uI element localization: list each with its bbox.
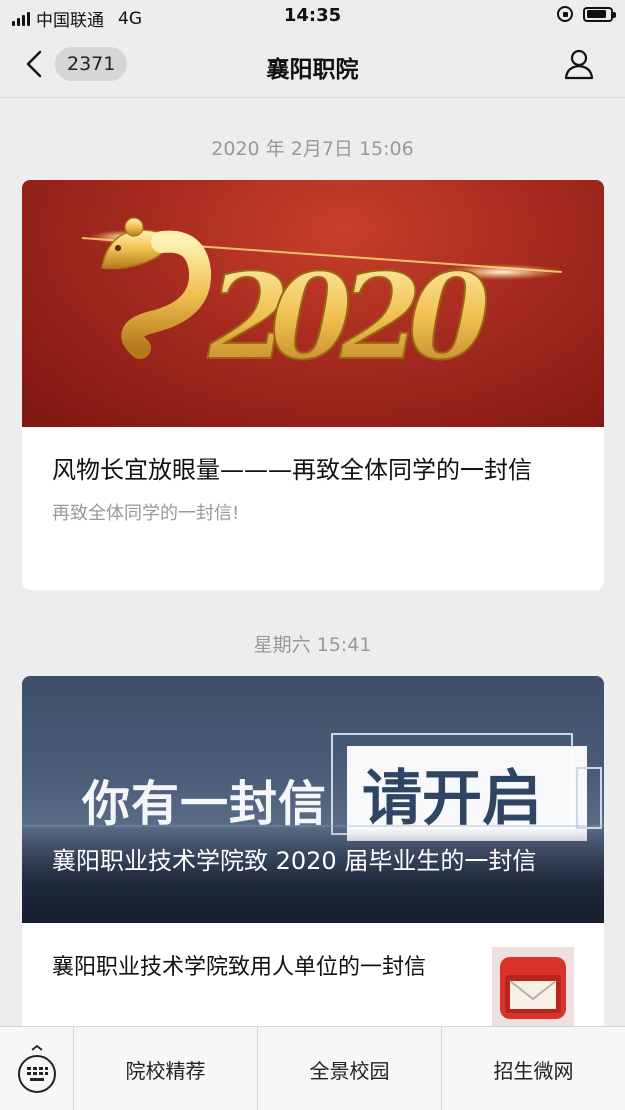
profile-button[interactable] (561, 46, 597, 82)
menu-item-campus-tour[interactable]: 全景校园 (258, 1027, 442, 1110)
sub-article-title[interactable]: 襄阳职业技术学院致用人单位的一封信 (52, 951, 462, 985)
article-card[interactable]: 2 0 2 0 风物长宜放眼量———再致全体同学的一封信 再致全体同学的一封信! (22, 180, 604, 590)
article-title[interactable]: 风物长宜放眼量———再致全体同学的一封信 (22, 427, 604, 487)
article-description: 再致全体同学的一封信! (52, 503, 240, 524)
banner-headline-right: 请开启 (362, 764, 542, 834)
status-bar: 中国联通 4G 14:35 (0, 0, 625, 32)
article-cover-image[interactable]: 你有一封信 请开启 襄阳职业技术学院致 2020 届毕业生的一封信 (22, 676, 604, 923)
menu-item-recommend[interactable]: 院校精荐 (74, 1027, 258, 1110)
svg-text:0: 0 (408, 247, 490, 386)
envelope-icon (492, 947, 574, 1026)
sub-article-thumbnail[interactable] (492, 947, 574, 1026)
person-icon (564, 49, 594, 80)
unread-count-badge[interactable]: 2371 (55, 47, 128, 81)
list-item[interactable]: 襄阳职业技术学院致用人单位的一封信 (22, 923, 604, 1026)
rat-2020-artwork: 2 0 2 0 (81, 217, 563, 387)
article-card-multi[interactable]: 你有一封信 请开启 襄阳职业技术学院致 2020 届毕业生的一封信 襄阳职业技术… (22, 676, 604, 1026)
nav-bar: 2371 襄阳职院 (0, 32, 625, 98)
battery-icon (583, 6, 616, 22)
message-timestamp: 星期六 15:41 (253, 634, 372, 656)
battery-fill (586, 10, 607, 18)
chevron-left-icon (26, 50, 42, 78)
keyboard-toggle-button[interactable] (0, 1027, 74, 1110)
banner-headline-left: 你有一封信 (82, 776, 328, 832)
menu-item-admissions[interactable]: 招生微网 (442, 1027, 625, 1110)
orientation-lock-icon (557, 6, 573, 22)
status-time: 14:35 (283, 5, 342, 26)
bottom-menu: 院校精荐 全景校园 招生微网 (0, 1026, 625, 1110)
keyboard-icon (17, 1044, 56, 1093)
status-right (557, 6, 616, 22)
message-feed[interactable]: 2020 年 2月7日 15:06 2 0 2 0 风物长宜放眼量———再致全体… (0, 98, 625, 1026)
article-title[interactable]: 襄阳职业技术学院致 2020 届毕业生的一封信 (52, 844, 574, 878)
back-button[interactable] (24, 46, 54, 82)
article-cover-image[interactable]: 2 0 2 0 (22, 180, 604, 427)
message-timestamp: 2020 年 2月7日 15:06 (211, 138, 414, 160)
